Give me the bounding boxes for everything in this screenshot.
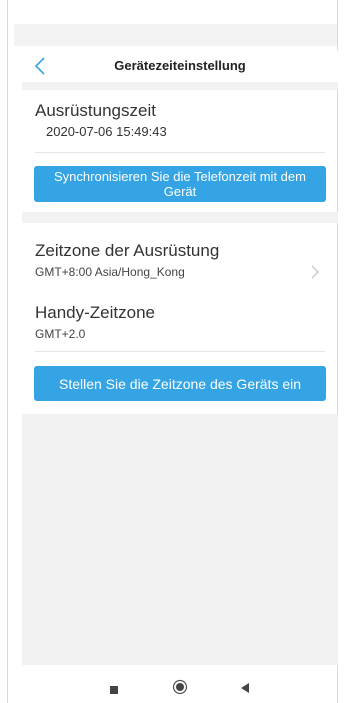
sync-phone-time-button[interactable]: Synchronisieren Sie die Telefonzeit mit … (34, 166, 326, 202)
divider-line (35, 152, 325, 153)
device-time-label: Ausrüstungszeit (35, 101, 156, 120)
empty-content-area (22, 414, 338, 665)
device-time-value: 2020-07-06 15:49:43 (46, 124, 167, 139)
device-timezone-value: GMT+8:00 Asia/Hong_Kong (35, 265, 185, 279)
status-bar (14, 24, 337, 46)
top-nav-bar: Gerätezeiteinstellung (22, 50, 338, 82)
phone-timezone-value: GMT+2.0 (35, 327, 86, 341)
system-navigation-bar (14, 670, 337, 703)
divider-band (22, 212, 338, 223)
set-device-timezone-button[interactable]: Stellen Sie die Zeitzone des Geräts ein (34, 366, 326, 401)
device-timezone-label: Zeitzone der Ausrüstung (35, 241, 220, 260)
phone-timezone-label: Handy-Zeitzone (35, 303, 156, 322)
square-icon[interactable] (109, 682, 119, 700)
triangle-back-icon[interactable] (240, 681, 250, 699)
circle-icon[interactable] (172, 679, 188, 700)
page-title: Gerätezeiteinstellung (114, 58, 246, 73)
divider-band (22, 82, 338, 90)
chevron-right-icon (309, 265, 321, 279)
divider-line (35, 351, 325, 352)
